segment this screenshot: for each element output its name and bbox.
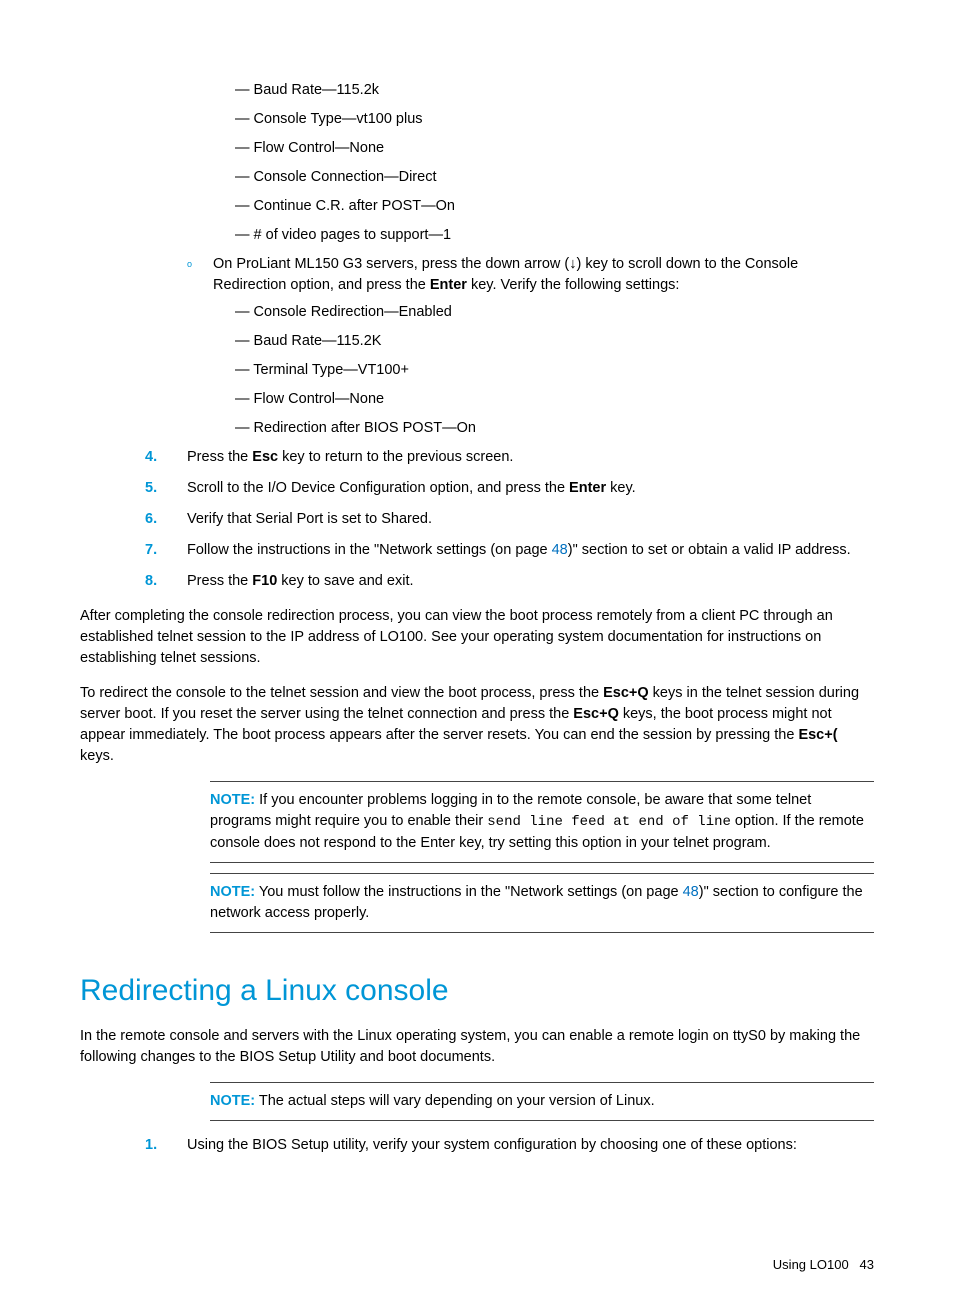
- section-heading-linux: Redirecting a Linux console: [80, 969, 874, 1013]
- setting-item: # of video pages to support—1: [235, 225, 874, 246]
- page-link-48[interactable]: 48: [683, 884, 699, 900]
- paragraph-linux-intro: In the remote console and servers with t…: [80, 1026, 874, 1068]
- code-send-line-feed: send line feed at end of line: [487, 814, 731, 830]
- setting-item: Continue C.R. after POST—On: [235, 196, 874, 217]
- ml150-substep: o On ProLiant ML150 G3 servers, press th…: [187, 254, 874, 296]
- circle-bullet-icon: o: [187, 254, 209, 275]
- note-linux-version: NOTE: The actual steps will vary dependi…: [210, 1082, 874, 1121]
- setting-item: Terminal Type—VT100+: [235, 360, 874, 381]
- step-7: Follow the instructions in the "Network …: [145, 540, 874, 561]
- linux-step-1: Using the BIOS Setup utility, verify you…: [145, 1135, 874, 1156]
- setting-item: Console Type—vt100 plus: [235, 109, 874, 130]
- settings-list-1: Baud Rate—115.2k Console Type—vt100 plus…: [145, 80, 874, 246]
- note-label: NOTE:: [210, 792, 255, 808]
- page-footer: Using LO100 43: [80, 1256, 874, 1275]
- page-link-48[interactable]: 48: [552, 542, 568, 558]
- setting-item: Flow Control—None: [235, 138, 874, 159]
- footer-page-number: 43: [860, 1257, 874, 1272]
- procedure-steps: Press the Esc key to return to the previ…: [145, 447, 874, 592]
- note-network-settings: NOTE: You must follow the instructions i…: [210, 873, 874, 933]
- paragraph-after-process: After completing the console redirection…: [80, 606, 874, 669]
- setting-item: Baud Rate—115.2k: [235, 80, 874, 101]
- ml150-text: On ProLiant ML150 G3 servers, press the …: [213, 254, 853, 296]
- step-5: Scroll to the I/O Device Configuration o…: [145, 478, 874, 499]
- linux-procedure-steps: Using the BIOS Setup utility, verify you…: [145, 1135, 874, 1156]
- paragraph-redirect-console: To redirect the console to the telnet se…: [80, 683, 874, 767]
- settings-list-2: Console Redirection—Enabled Baud Rate—11…: [145, 302, 874, 439]
- footer-section: Using LO100: [773, 1257, 849, 1272]
- step-4: Press the Esc key to return to the previ…: [145, 447, 874, 468]
- setting-item: Flow Control—None: [235, 389, 874, 410]
- step-6: Verify that Serial Port is set to Shared…: [145, 509, 874, 530]
- setting-item: Console Redirection—Enabled: [235, 302, 874, 323]
- note-telnet-issue: NOTE: If you encounter problems logging …: [210, 781, 874, 862]
- setting-item: Baud Rate—115.2K: [235, 331, 874, 352]
- note-label: NOTE:: [210, 1093, 255, 1109]
- note-label: NOTE:: [210, 884, 255, 900]
- setting-item: Redirection after BIOS POST—On: [235, 418, 874, 439]
- step-8: Press the F10 key to save and exit.: [145, 571, 874, 592]
- page-content: Baud Rate—115.2k Console Type—vt100 plus…: [145, 80, 874, 1156]
- setting-item: Console Connection—Direct: [235, 167, 874, 188]
